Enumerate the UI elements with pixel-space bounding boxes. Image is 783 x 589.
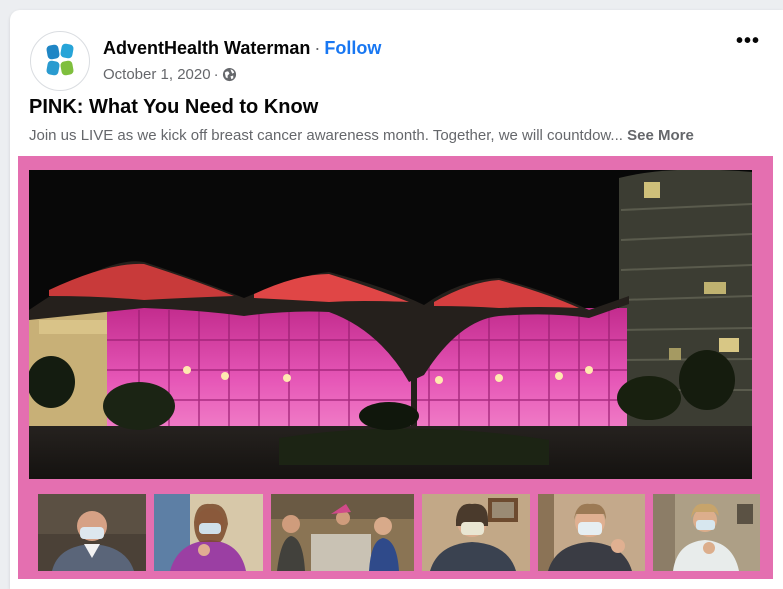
video-thumbnail-3[interactable] <box>271 494 414 571</box>
description-text: Join us LIVE as we kick off breast cance… <box>29 127 623 144</box>
video-thumbnail-5[interactable] <box>538 494 645 571</box>
staff-member-photo-icon <box>538 494 645 571</box>
post-title: PINK: What You Need to Know <box>29 96 319 118</box>
video-thumbnail-6[interactable] <box>653 494 760 571</box>
pink-lit-hospital-photo <box>29 170 752 479</box>
video-thumbnail-1[interactable] <box>38 494 146 571</box>
post-date[interactable]: October 1, 2020 <box>103 66 211 83</box>
date-separator: · <box>213 66 219 83</box>
header-separator: · <box>314 38 321 58</box>
post-description: Join us LIVE as we kick off breast cance… <box>29 127 694 144</box>
see-more-link[interactable]: See More <box>627 127 694 144</box>
author-name[interactable]: AdventHealth Waterman <box>103 38 310 58</box>
staff-group-photo-icon <box>271 494 414 571</box>
page-avatar[interactable] <box>30 31 90 91</box>
adventhealth-logo-icon <box>46 43 74 76</box>
staff-member-photo-icon <box>422 494 530 571</box>
main-video-photo[interactable] <box>29 170 752 479</box>
video-thumbnail-2[interactable] <box>154 494 263 571</box>
staff-member-photo-icon <box>653 494 760 571</box>
video-thumbnail-4[interactable] <box>422 494 530 571</box>
more-options-button[interactable]: ••• <box>736 30 760 53</box>
staff-member-photo-icon <box>38 494 146 571</box>
staff-member-photo-icon <box>154 494 263 571</box>
globe-icon <box>222 67 236 82</box>
follow-button[interactable]: Follow <box>324 38 381 58</box>
post-meta: October 1, 2020 · <box>103 66 237 83</box>
post-header: AdventHealth Waterman · Follow <box>103 38 381 59</box>
